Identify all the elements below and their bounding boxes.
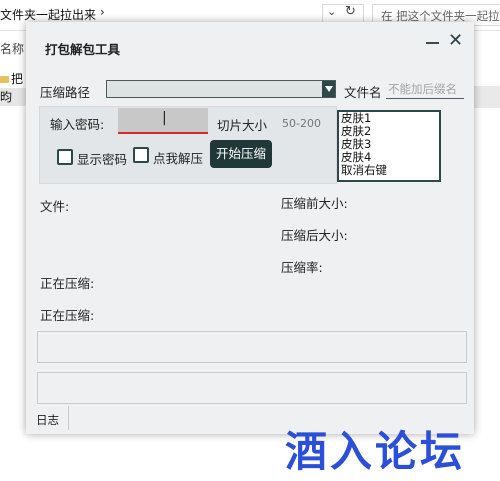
slice-size-label: 切片大小 bbox=[217, 118, 268, 133]
chevron-down-icon[interactable] bbox=[322, 81, 335, 97]
breadcrumb-chevron-icon[interactable]: › bbox=[100, 5, 105, 19]
skin-list[interactable]: 皮肤1 皮肤2 皮肤3 皮肤4 取消右键 bbox=[337, 110, 441, 182]
click-unpack-label[interactable]: 点我解压 bbox=[153, 148, 203, 167]
progress-box-1 bbox=[37, 331, 467, 363]
size-after-label: 压缩后大小: bbox=[281, 228, 348, 243]
file-label: 文件: bbox=[40, 199, 70, 214]
close-icon[interactable]: ✕ bbox=[448, 32, 463, 50]
slice-size-input[interactable] bbox=[280, 114, 334, 132]
refresh-icon[interactable]: ↻ bbox=[345, 4, 356, 19]
show-password-label[interactable]: 显示密码 bbox=[77, 149, 127, 168]
file-list-item-label: 昀 bbox=[0, 90, 13, 104]
folder-icon bbox=[0, 76, 9, 83]
start-compress-button[interactable]: 开始压缩 bbox=[210, 140, 272, 168]
file-list-item[interactable]: 把 bbox=[0, 70, 23, 87]
filename-label: 文件名 bbox=[344, 85, 382, 100]
compress-path-label: 压缩路径 bbox=[40, 85, 91, 100]
ratio-label: 压缩率: bbox=[281, 260, 323, 275]
size-before-label: 压缩前大小: bbox=[281, 196, 348, 211]
dialog-title: 打包解包工具 bbox=[45, 42, 121, 57]
text-caret: | bbox=[162, 110, 167, 126]
breadcrumb[interactable]: 文件夹一起拉出来 bbox=[0, 6, 96, 23]
compressing-label-2: 正在压缩: bbox=[40, 308, 95, 323]
compress-path-combo[interactable] bbox=[106, 80, 336, 98]
pack-unpack-dialog: 打包解包工具 ✕ 压缩路径 文件名 输入密码: | 切片大小 显示密码 点我解压… bbox=[26, 22, 474, 434]
file-list-item-label: 把 bbox=[11, 72, 24, 86]
column-header-name[interactable]: 名称 bbox=[0, 40, 24, 57]
show-password-checkbox[interactable] bbox=[57, 149, 73, 165]
forum-watermark: 酒入论坛 bbox=[285, 427, 466, 476]
password-input[interactable]: | bbox=[118, 108, 208, 134]
status-divider bbox=[68, 406, 69, 430]
skin-list-item[interactable]: 取消右键 bbox=[339, 164, 439, 177]
click-unpack-checkbox[interactable] bbox=[133, 147, 149, 163]
minimize-icon[interactable] bbox=[426, 34, 440, 48]
password-label: 输入密码: bbox=[50, 117, 105, 132]
log-tab[interactable]: 日志 bbox=[36, 412, 59, 428]
filename-input[interactable] bbox=[386, 80, 464, 99]
progress-box-2 bbox=[37, 372, 467, 404]
compressing-label: 正在压缩: bbox=[40, 276, 95, 291]
dropdown-icon[interactable]: ⌄ bbox=[327, 5, 336, 18]
